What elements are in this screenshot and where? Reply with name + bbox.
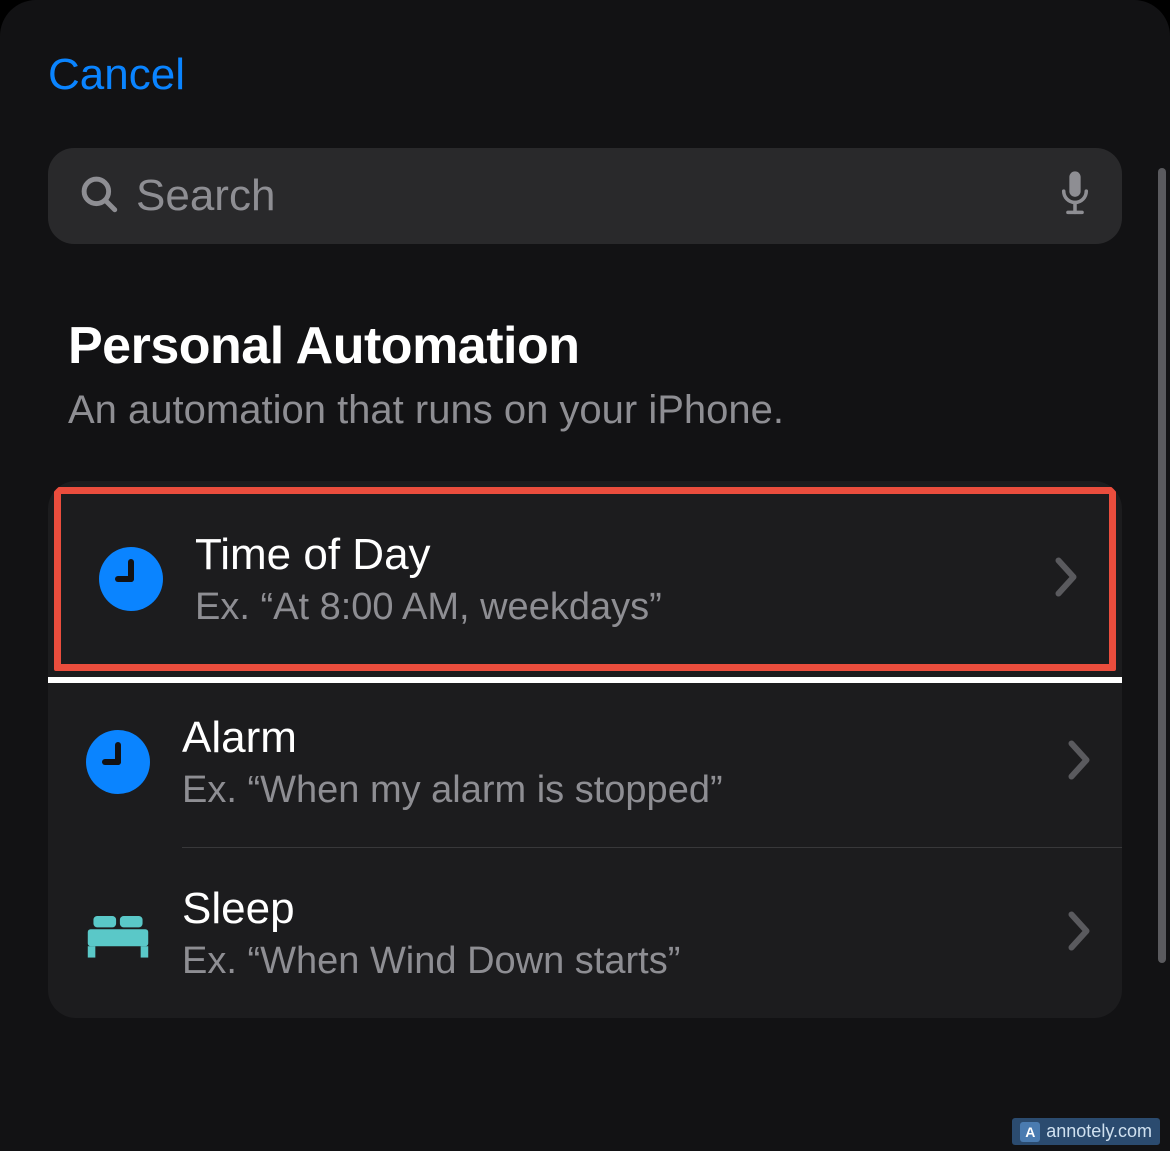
row-text: Time of Day Ex. “At 8:00 AM, weekdays”	[195, 530, 1023, 629]
annotation-highlight: Time of Day Ex. “At 8:00 AM, weekdays”	[48, 481, 1122, 683]
search-icon	[78, 173, 120, 220]
row-text: Sleep Ex. “When Wind Down starts”	[182, 884, 1036, 983]
annotely-badge-icon: A	[1020, 1122, 1040, 1142]
annotely-watermark: A annotely.com	[1012, 1118, 1160, 1145]
row-subtitle: Ex. “When Wind Down starts”	[182, 940, 1036, 983]
row-title: Sleep	[182, 884, 1036, 934]
chevron-right-icon	[1053, 556, 1079, 603]
top-bar: Cancel	[0, 0, 1170, 100]
trigger-list: Time of Day Ex. “At 8:00 AM, weekdays”	[48, 481, 1122, 1018]
section-title: Personal Automation	[68, 316, 1102, 376]
search-input[interactable]	[136, 171, 1042, 221]
trigger-row-time-of-day[interactable]: Time of Day Ex. “At 8:00 AM, weekdays”	[61, 494, 1109, 664]
trigger-row-sleep[interactable]: Sleep Ex. “When Wind Down starts”	[48, 848, 1122, 1018]
search-container	[0, 100, 1170, 244]
microphone-icon[interactable]	[1058, 170, 1092, 223]
scroll-indicator[interactable]	[1158, 168, 1166, 963]
clock-icon	[84, 728, 152, 796]
watermark-text: annotely.com	[1046, 1121, 1152, 1142]
bed-icon	[84, 899, 152, 967]
row-subtitle: Ex. “When my alarm is stopped”	[182, 769, 1036, 812]
automation-modal: Cancel Personal Automation An a	[0, 0, 1170, 1151]
cancel-button[interactable]: Cancel	[48, 50, 185, 100]
chevron-right-icon	[1066, 739, 1092, 786]
row-subtitle: Ex. “At 8:00 AM, weekdays”	[195, 586, 1023, 629]
search-bar[interactable]	[48, 148, 1122, 244]
trigger-row-alarm[interactable]: Alarm Ex. “When my alarm is stopped”	[48, 677, 1122, 847]
section-header: Personal Automation An automation that r…	[0, 244, 1170, 433]
clock-icon	[97, 545, 165, 613]
row-text: Alarm Ex. “When my alarm is stopped”	[182, 713, 1036, 812]
row-title: Alarm	[182, 713, 1036, 763]
chevron-right-icon	[1066, 910, 1092, 957]
row-title: Time of Day	[195, 530, 1023, 580]
section-subtitle: An automation that runs on your iPhone.	[68, 388, 1102, 433]
